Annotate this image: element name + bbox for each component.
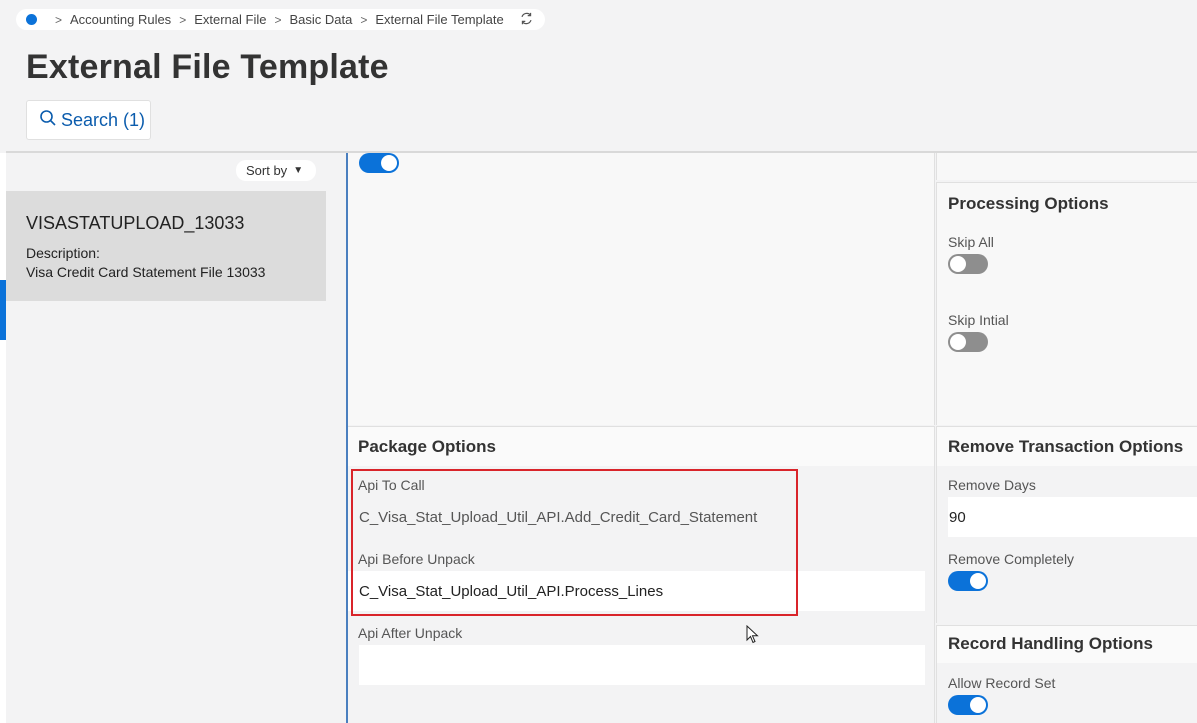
remove-days-label: Remove Days — [948, 477, 1036, 493]
caret-down-icon: ▼ — [293, 165, 304, 176]
skip-initial-toggle[interactable] — [948, 332, 988, 352]
sort-by-dropdown[interactable]: Sort by ▼ — [236, 160, 316, 181]
general-card — [348, 153, 935, 425]
package-options-title: Package Options — [358, 437, 496, 456]
remove-transaction-options-title: Remove Transaction Options — [948, 437, 1184, 456]
breadcrumb-item-external-file[interactable]: External File — [194, 12, 266, 27]
highlight-box — [351, 469, 798, 616]
chevron-right-icon: > — [360, 12, 368, 27]
top-toggle[interactable] — [359, 153, 399, 173]
chevron-right-icon: > — [179, 12, 187, 27]
breadcrumb-item-basic-data[interactable]: Basic Data — [289, 12, 352, 27]
home-icon[interactable] — [26, 14, 37, 25]
allow-record-set-toggle[interactable] — [948, 695, 988, 715]
page-header: > Accounting Rules > External File > Bas… — [0, 0, 1197, 152]
breadcrumb-item-external-file-template[interactable]: External File Template — [375, 12, 503, 27]
processing-options-title: Processing Options — [948, 194, 1109, 213]
list-item-description-label: Description: — [26, 245, 100, 261]
skip-all-label: Skip All — [948, 234, 994, 250]
search-button[interactable]: Search (1) — [26, 100, 151, 140]
page-title: External File Template — [26, 48, 389, 86]
remove-completely-toggle[interactable] — [948, 571, 988, 591]
refresh-icon[interactable] — [520, 12, 533, 28]
breadcrumb: > Accounting Rules > External File > Bas… — [16, 9, 545, 30]
search-icon — [39, 109, 61, 132]
list-item-description-value: Visa Credit Card Statement File 13033 — [26, 264, 266, 280]
chevron-right-icon: > — [55, 12, 63, 27]
skip-all-toggle[interactable] — [948, 254, 988, 274]
api-after-unpack-label: Api After Unpack — [358, 625, 463, 641]
record-handling-options-title: Record Handling Options — [948, 634, 1153, 653]
list-item[interactable]: VISASTATUPLOAD_13033 Description: Visa C… — [6, 191, 326, 301]
list-item-title: VISASTATUPLOAD_13033 — [26, 213, 245, 233]
remove-completely-label: Remove Completely — [948, 551, 1075, 567]
skip-initial-label: Skip Intial — [948, 312, 1009, 328]
right-top-card — [936, 153, 1197, 180]
chevron-right-icon: > — [274, 12, 282, 27]
breadcrumb-item-accounting-rules[interactable]: Accounting Rules — [70, 12, 171, 27]
remove-days-field[interactable]: 90 — [948, 497, 1197, 537]
allow-record-set-label: Allow Record Set — [948, 675, 1056, 691]
search-button-label: Search (1) — [61, 109, 146, 130]
remove-transaction-options-card: Remove Transaction Options Remove Days 9… — [936, 426, 1197, 624]
sort-by-label: Sort by — [246, 163, 288, 178]
record-handling-options-card: Record Handling Options Allow Record Set — [936, 625, 1197, 723]
processing-options-card: Processing Options Skip All Skip Intial — [936, 182, 1197, 425]
mouse-cursor-icon — [746, 624, 760, 650]
api-after-unpack-field[interactable] — [359, 645, 925, 685]
